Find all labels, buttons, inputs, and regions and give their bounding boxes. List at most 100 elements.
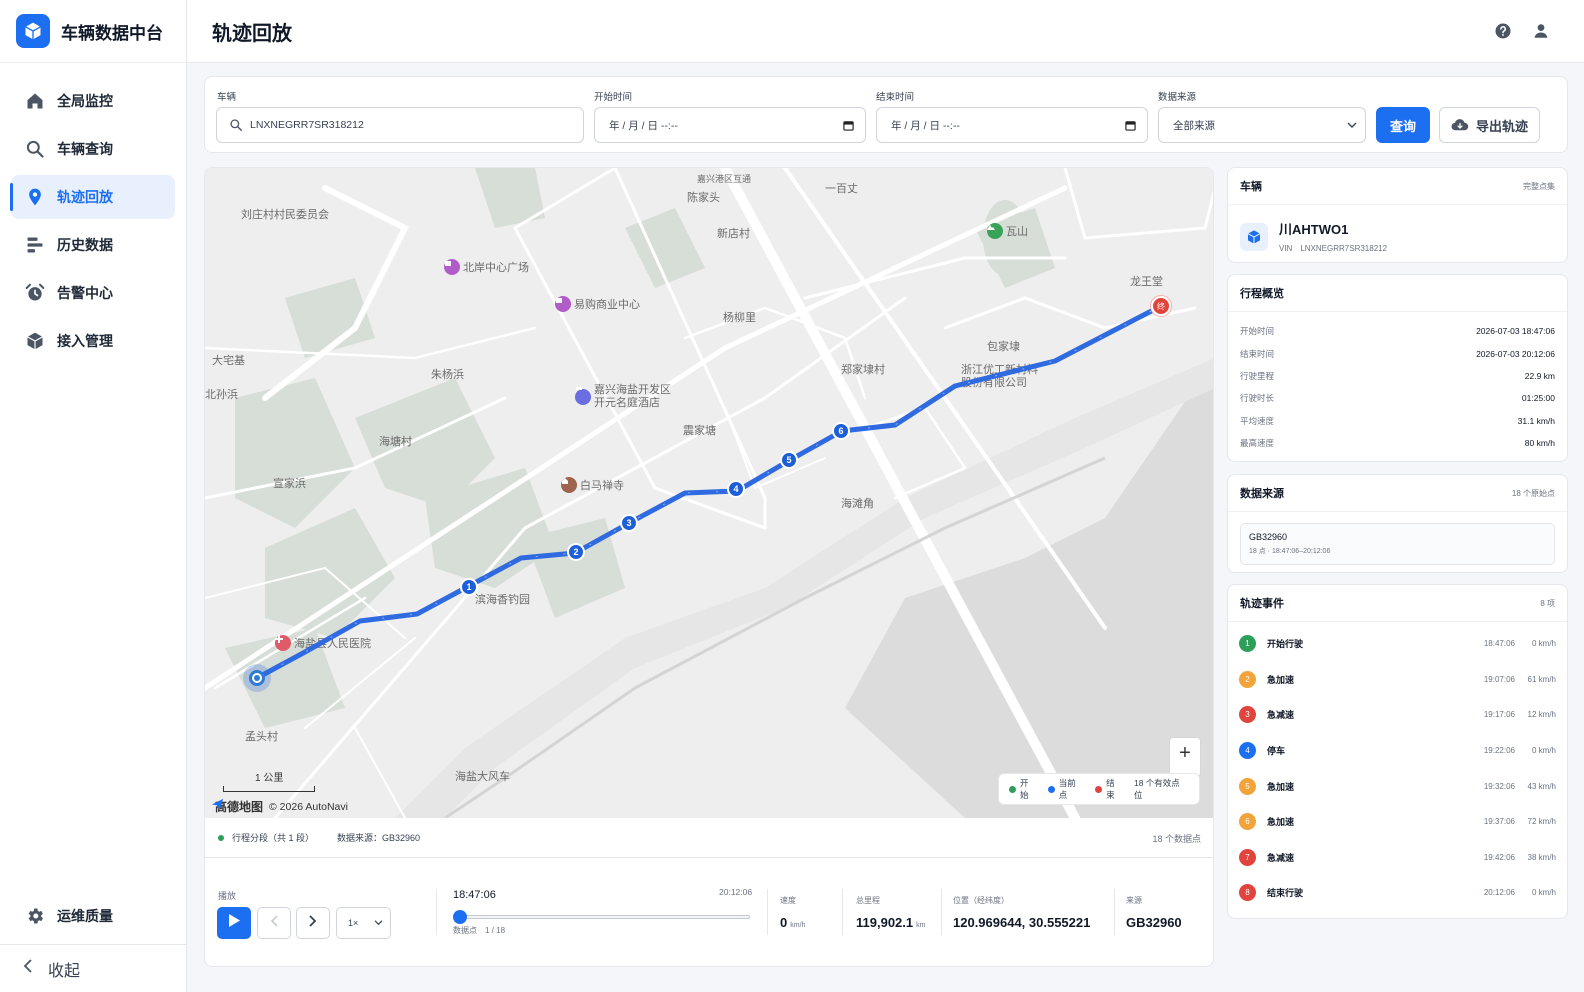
- marker-number: 1: [466, 582, 472, 592]
- card-aside: 18 个原始点: [1511, 488, 1555, 498]
- cube-icon: [24, 330, 46, 352]
- route-marker[interactable]: 1: [460, 578, 478, 596]
- playback-speed-select[interactable]: 1×: [336, 907, 391, 939]
- collapse-label: 收起: [48, 962, 81, 980]
- start-time-label: 开始时间: [594, 92, 633, 103]
- zoom-in-label: +: [1179, 742, 1191, 764]
- event-time: 19:32:06: [1483, 781, 1515, 791]
- map-legend: 开始 当前点 结束 18 个有效点位: [998, 773, 1200, 805]
- sidebar-item-track-playback[interactable]: 轨迹回放: [10, 175, 175, 219]
- vehicle-input-value: LNXNEGRR7SR318212: [250, 119, 364, 131]
- help-icon[interactable]: [1492, 20, 1514, 42]
- event-speed: 72 km/h: [1527, 817, 1556, 827]
- event-time: 20:12:06: [1483, 888, 1515, 898]
- timeline-slider-handle[interactable]: [453, 910, 467, 924]
- end-marker-label: 终: [1157, 301, 1165, 311]
- page-title: 轨迹回放: [212, 22, 292, 45]
- event-label: 开始行驶: [1267, 639, 1304, 650]
- trip-row: 行驶里程 22.9 km: [1240, 370, 1555, 381]
- calendar-icon[interactable]: [1125, 120, 1136, 131]
- event-item[interactable]: 1 开始行驶 18:47:06 0 km/h: [1228, 626, 1567, 662]
- chevron-left-icon: [22, 959, 34, 978]
- sidebar-item-vehicle-search[interactable]: 车辆查询: [11, 127, 175, 171]
- route-marker[interactable]: 2: [567, 543, 585, 561]
- card-title: 轨迹事件: [1240, 598, 1284, 610]
- play-icon: [228, 914, 240, 932]
- event-item[interactable]: 8 结束行驶 20:12:06 0 km/h: [1228, 875, 1567, 911]
- trip-rows: 开始时间 2026-07-03 18:47:06 结束时间 2026-07-03 2…: [1228, 312, 1567, 454]
- event-number-badge: 7: [1239, 848, 1256, 866]
- next-point-button[interactable]: [296, 907, 330, 939]
- stat-odometer: 总里程 119,902.1 km: [856, 895, 925, 930]
- trip-row: 开始时间 2026-07-03 18:47:06: [1240, 326, 1555, 337]
- play-button[interactable]: [217, 907, 251, 939]
- zoom-in-button[interactable]: +: [1169, 737, 1201, 777]
- segment-source: 数据来源：GB32960: [337, 833, 421, 843]
- vehicle-search-input[interactable]: LNXNEGRR7SR318212: [216, 107, 584, 143]
- start-time-input[interactable]: 年 / 月 / 日 --:--: [594, 107, 866, 143]
- end-marker[interactable]: 终: [1151, 296, 1171, 316]
- scale-label: 1 公里: [255, 773, 284, 784]
- sidebar-item-ops-quality[interactable]: 运维质量: [11, 894, 175, 938]
- stat-unit: km/h: [790, 922, 806, 929]
- legend-end: 结束: [1095, 777, 1123, 801]
- stat-source: 来源 GB32960: [1126, 895, 1182, 930]
- legend-start: 开始: [1009, 777, 1037, 801]
- data-source-card: 数据来源 18 个原始点 GB32960 18 点 · 18:47:06–20:…: [1227, 474, 1568, 573]
- legend-count: 18 个有效点位: [1133, 778, 1180, 800]
- event-item[interactable]: 7 急减速 19:42:06 38 km/h: [1228, 840, 1567, 876]
- source-select[interactable]: 全部来源: [1158, 107, 1366, 143]
- previous-point-button[interactable]: [257, 907, 291, 939]
- export-label: 导出轨迹: [1475, 118, 1528, 134]
- source-item[interactable]: GB32960 18 点 · 18:47:06–20:12:06: [1240, 523, 1555, 565]
- user-icon[interactable]: [1530, 20, 1552, 42]
- event-item[interactable]: 4 停车 19:22:06 0 km/h: [1228, 733, 1567, 769]
- sidebar-item-label: 历史数据: [57, 237, 113, 253]
- sidebar-item-label: 接入管理: [57, 333, 113, 349]
- segment-label[interactable]: 行程分段（共 1 段）: [232, 831, 314, 844]
- query-button[interactable]: 查询: [1376, 107, 1430, 143]
- gear-icon: [24, 905, 46, 927]
- event-label: 急减速: [1267, 710, 1295, 721]
- sidebar-item-label: 轨迹回放: [57, 189, 113, 205]
- track-polyline: [254, 303, 1164, 681]
- timeline-slider[interactable]: [453, 910, 750, 924]
- card-title: 行程概览: [1240, 288, 1284, 300]
- map-canvas[interactable]: 刘庄村村民委员会 陈家头 嘉兴港区互通 一百丈 新店村 大宅基 北孙浜 朱杨浜 …: [205, 168, 1213, 818]
- stat-label: 总里程: [856, 896, 880, 905]
- sidebar-item-global-monitor[interactable]: 全局监控: [11, 79, 175, 123]
- cube-logo-icon: [16, 14, 50, 48]
- event-item[interactable]: 6 急加速 19:37:06 72 km/h: [1228, 804, 1567, 840]
- event-number-badge: 4: [1239, 742, 1256, 760]
- route-marker[interactable]: 3: [620, 514, 638, 532]
- calendar-icon[interactable]: [843, 120, 854, 131]
- event-item[interactable]: 2 急加速 19:07:06 61 km/h: [1228, 662, 1567, 698]
- collapse-button[interactable]: 收起: [0, 944, 186, 992]
- event-item[interactable]: 3 急减速 19:17:06 12 km/h: [1228, 697, 1567, 733]
- app-title: 车辆数据中台: [61, 23, 163, 43]
- legend-current: 当前点: [1047, 777, 1084, 801]
- timeline-current-time: 18:47:06: [453, 889, 496, 901]
- current-position-marker[interactable]: [243, 664, 271, 692]
- export-track-button[interactable]: 导出轨迹: [1439, 107, 1540, 143]
- event-label: 急加速: [1267, 817, 1295, 828]
- sidebar-item-alarm-center[interactable]: 告警中心: [11, 271, 175, 315]
- location-pin-icon: [24, 186, 46, 208]
- sidebar-item-access-management[interactable]: 接入管理: [11, 319, 175, 363]
- chevron-left-icon: [270, 914, 278, 932]
- end-time-input[interactable]: 年 / 月 / 日 --:--: [876, 107, 1148, 143]
- trip-row: 最高速度 80 km/h: [1240, 438, 1555, 449]
- route-marker[interactable]: 4: [727, 480, 745, 498]
- route-marker[interactable]: 5: [780, 451, 798, 469]
- card-aside[interactable]: 完整点集: [1523, 181, 1555, 192]
- start-time-placeholder: 年 / 月 / 日 --:--: [609, 119, 678, 132]
- sidebar-item-history-data[interactable]: 历史数据: [11, 223, 175, 267]
- vehicle-info[interactable]: 川AHTWO1 VIN LNXNEGRR7SR318212: [1228, 205, 1567, 262]
- event-label: 急加速: [1267, 674, 1295, 685]
- sidebar-item-label: 告警中心: [57, 285, 113, 301]
- event-item[interactable]: 5 急加速 19:32:06 43 km/h: [1228, 768, 1567, 804]
- card-title: 数据来源: [1240, 488, 1284, 500]
- brand[interactable]: 车辆数据中台: [0, 0, 186, 63]
- route-marker[interactable]: 6: [832, 422, 850, 440]
- stat-position: 位置（经纬度） 120.969644, 30.555221: [953, 895, 1090, 930]
